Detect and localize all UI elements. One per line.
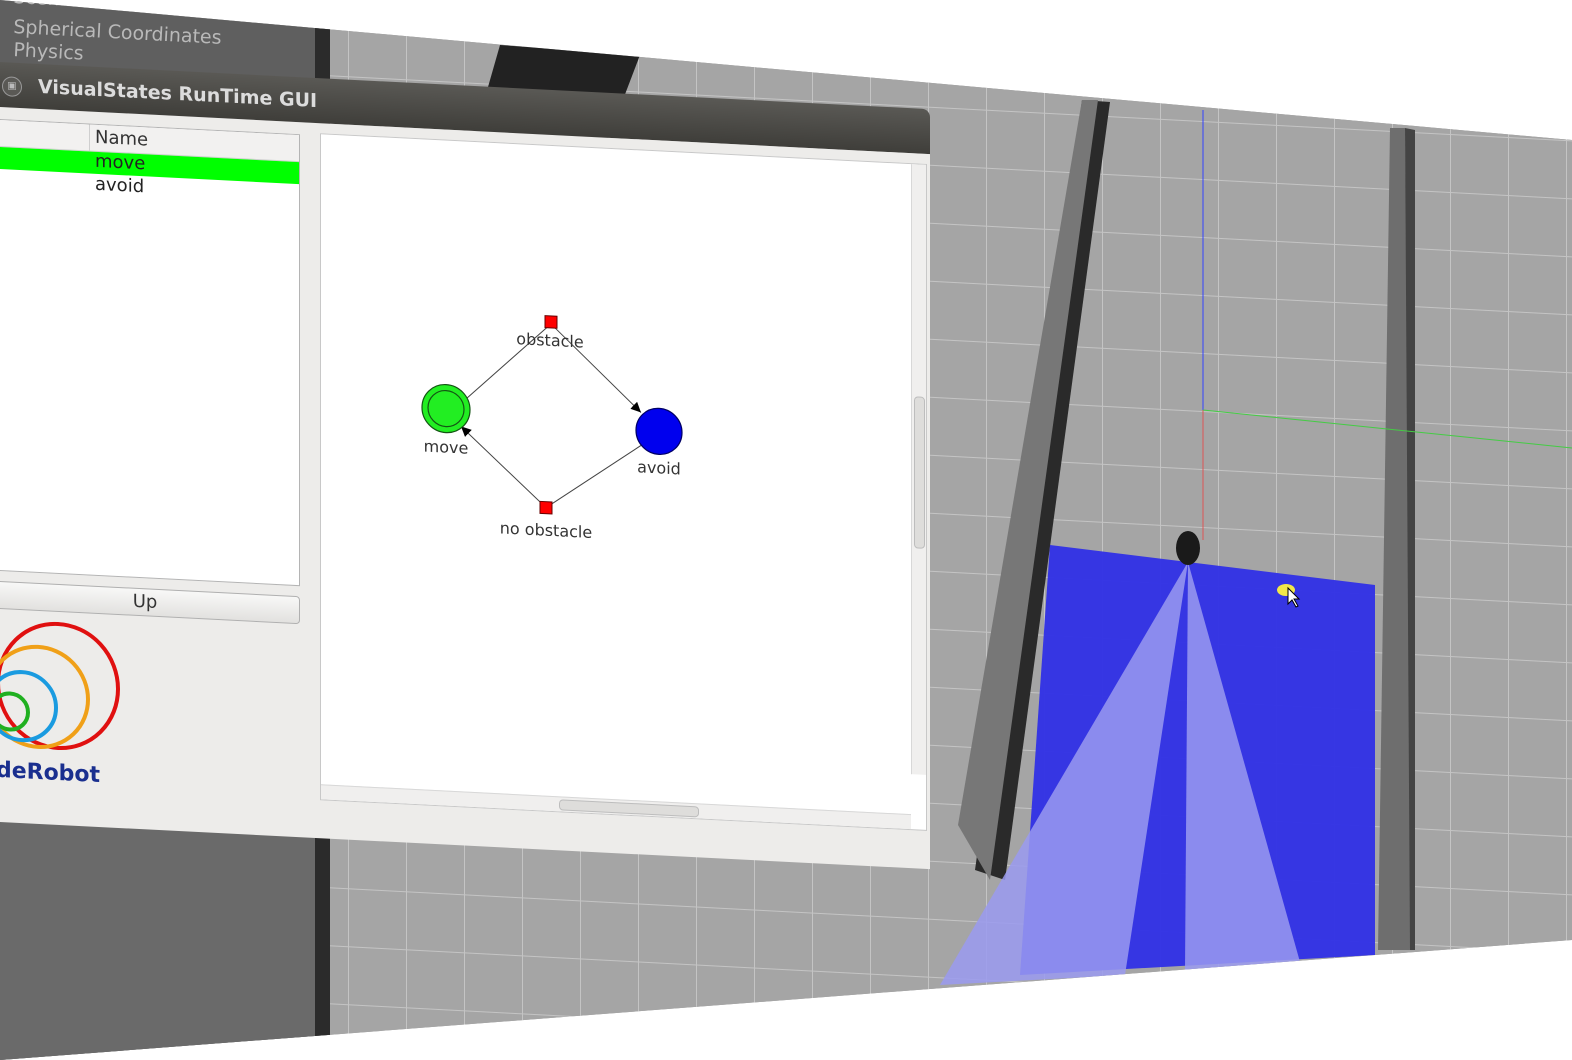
window-title: VisualStates RunTime GUI	[38, 75, 318, 113]
list-item-label: avoid	[95, 173, 145, 198]
horizontal-scrollbar-thumb[interactable]	[559, 799, 699, 818]
vertical-scrollbar[interactable]	[911, 164, 926, 775]
list-item-label: move	[95, 150, 146, 175]
transition-edge	[545, 445, 642, 509]
side-item-physics[interactable]: Physics	[13, 39, 84, 65]
screen-region: Scene Spherical Coordinates Physics ▣ Vi…	[0, 0, 1572, 1060]
state-diagram[interactable]: obstacle no obstacle move avoid	[321, 134, 911, 814]
state-node-avoid	[635, 407, 683, 456]
jderobot-logo: deRobot	[0, 621, 120, 788]
transition-label: obstacle	[516, 329, 583, 351]
transition-node	[544, 315, 558, 329]
transition-node	[539, 500, 553, 515]
window-body: Name move avoid Up deRobot obstacle no o…	[0, 107, 930, 870]
diagram-canvas[interactable]: obstacle no obstacle move avoid	[320, 133, 927, 831]
robot	[1176, 531, 1200, 565]
transition-edge	[460, 425, 547, 509]
state-list[interactable]: Name move avoid	[0, 118, 300, 587]
column-divider	[89, 124, 90, 151]
logo-text: deRobot	[0, 758, 101, 788]
side-panel-lower	[0, 820, 315, 1060]
runtime-gui-window[interactable]: ▣ VisualStates RunTime GUI Name move avo…	[0, 62, 930, 870]
transition-label: no obstacle	[500, 518, 592, 542]
state-label: move	[424, 436, 469, 457]
vertical-scrollbar-thumb[interactable]	[914, 396, 925, 549]
column-header-name[interactable]: Name	[95, 127, 148, 151]
state-label: avoid	[637, 457, 681, 478]
window-menu-icon[interactable]: ▣	[2, 76, 22, 98]
up-button[interactable]: Up	[0, 580, 300, 625]
side-item-scene[interactable]: Scene	[13, 0, 72, 11]
